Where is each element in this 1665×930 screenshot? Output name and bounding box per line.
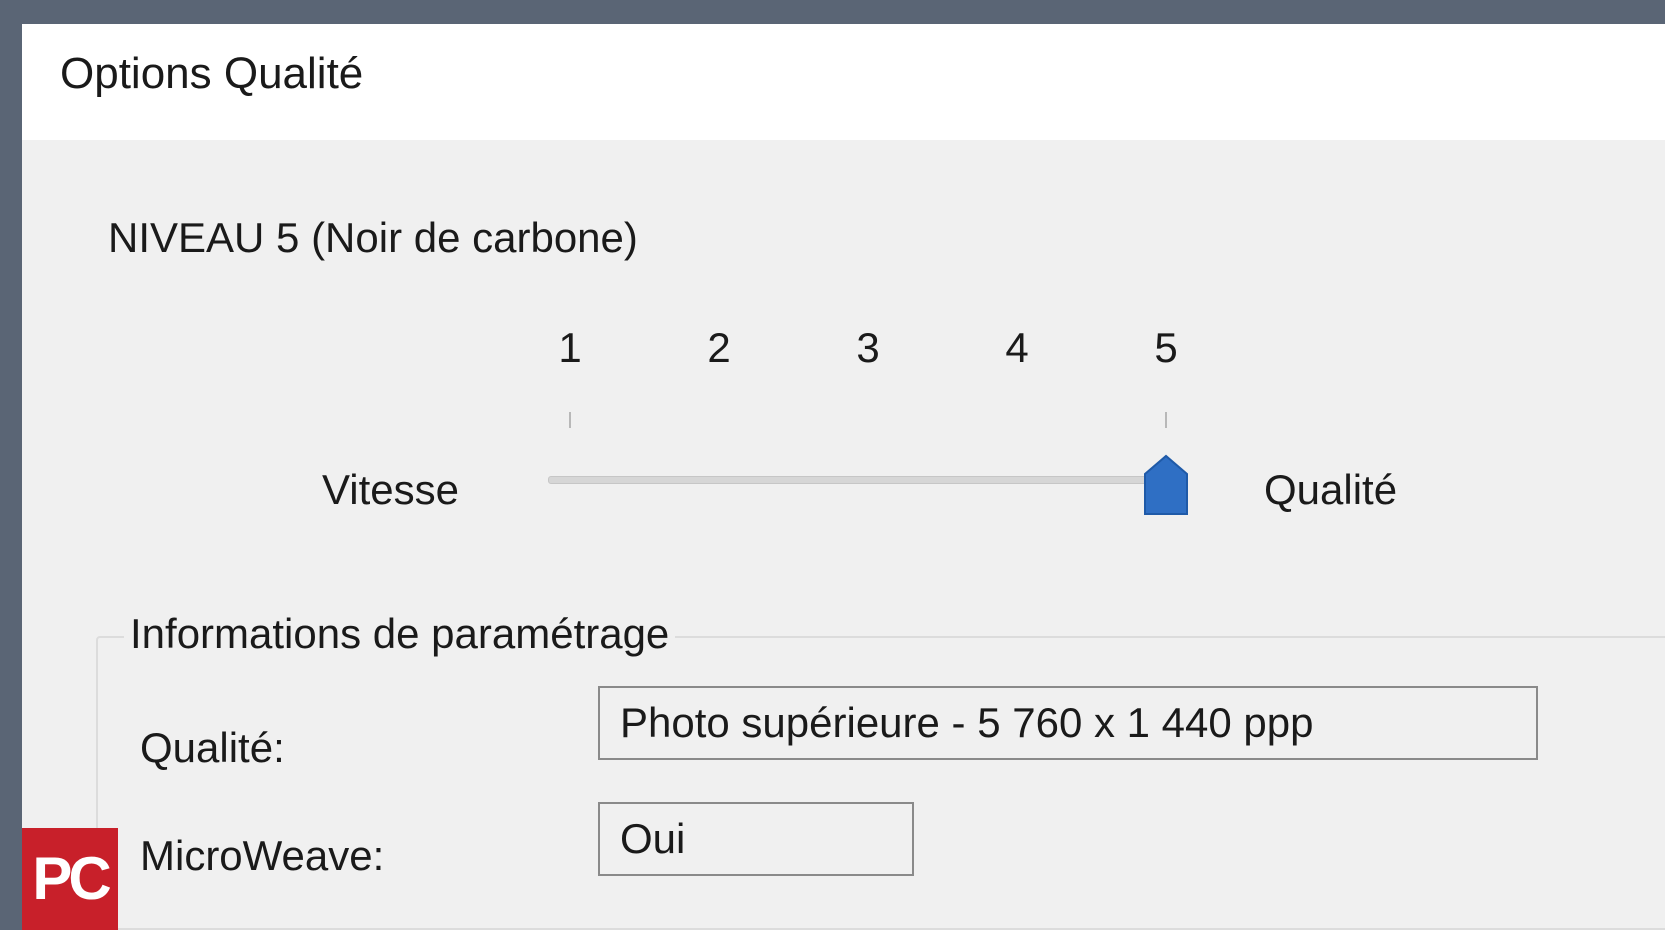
slider-tick-label-3: 3: [856, 324, 880, 371]
slider-left-label: Vitesse: [322, 466, 459, 513]
microweave-field-label: MicroWeave:: [140, 832, 385, 879]
pc-watermark-logo: PC: [22, 828, 118, 930]
quality-field-label: Qualité:: [140, 724, 285, 771]
slider-tick-label-2: 2: [707, 324, 731, 371]
quality-options-dialog: Options Qualité NIVEAU 5 (Noir de carbon…: [22, 24, 1665, 930]
dialog-title: Options Qualité: [60, 49, 364, 98]
quality-slider-thumb[interactable]: [1143, 454, 1189, 516]
quality-value-field: Photo supérieure - 5 760 x 1 440 ppp: [598, 686, 1538, 760]
slider-tick-mark-5: [1165, 412, 1167, 428]
settings-info-group: [96, 636, 1665, 930]
slider-tick-label-1: 1: [558, 324, 582, 371]
slider-tick-mark-1: [569, 412, 571, 428]
slider-right-label: Qualité: [1264, 466, 1398, 513]
quality-slider-track[interactable]: [548, 476, 1150, 484]
slider-thumb-shape: [1144, 454, 1188, 515]
settings-info-legend: Informations de paramétrage: [124, 610, 676, 658]
dialog-titlebar: Options Qualité: [22, 24, 1665, 140]
slider-tick-label-5: 5: [1154, 324, 1178, 371]
slider-tick-label-4: 4: [1005, 324, 1029, 371]
microweave-value-field: Oui: [598, 802, 914, 876]
quality-level-label: NIVEAU 5 (Noir de carbone): [108, 214, 638, 261]
